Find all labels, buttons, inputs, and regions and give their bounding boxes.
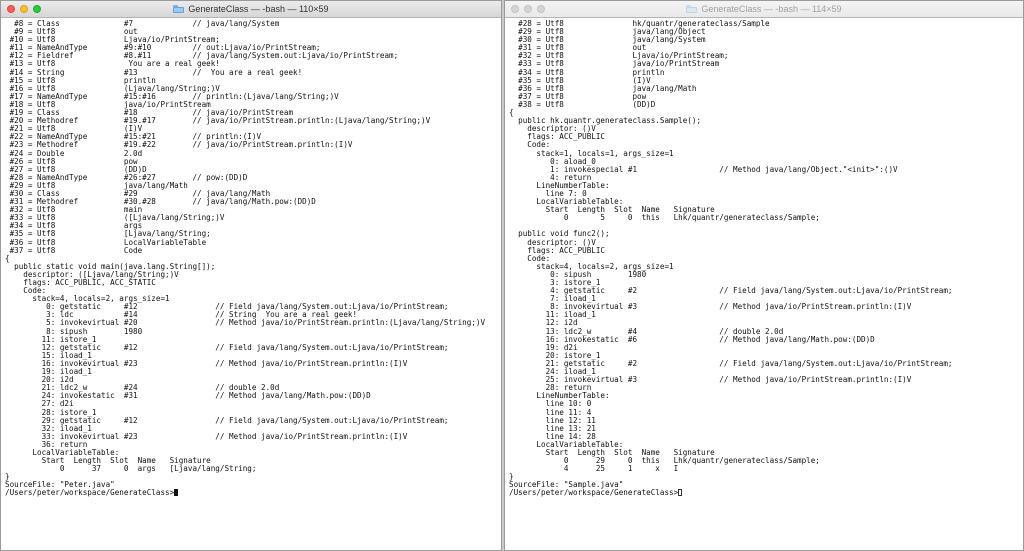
terminal-window-left[interactable]: GenerateClass — -bash — 110×59 #8 = Clas…: [0, 0, 502, 551]
terminal-cursor: [678, 489, 683, 497]
window-title-group: GenerateClass — -bash — 114×59: [505, 4, 1023, 14]
window-title: GenerateClass — -bash — 110×59: [188, 4, 329, 14]
window-title: GenerateClass — -bash — 114×59: [701, 4, 842, 14]
terminal-output[interactable]: #28 = Utf8 hk/quantr/generateclass/Sampl…: [505, 18, 1023, 498]
folder-icon: [686, 5, 698, 13]
terminal-output[interactable]: #8 = Class #7 // java/lang/System #9 = U…: [1, 18, 501, 498]
terminal-cursor: [174, 489, 179, 497]
folder-icon: [173, 5, 185, 13]
desktop: GenerateClass — -bash — 110×59 #8 = Clas…: [0, 0, 1024, 551]
window-titlebar[interactable]: GenerateClass — -bash — 114×59: [505, 1, 1023, 18]
terminal-window-right[interactable]: GenerateClass — -bash — 114×59 #28 = Utf…: [504, 0, 1024, 551]
terminal-text: #8 = Class #7 // java/lang/System #9 = U…: [5, 19, 486, 498]
window-title-group: GenerateClass — -bash — 110×59: [1, 4, 501, 14]
window-titlebar[interactable]: GenerateClass — -bash — 110×59: [1, 1, 501, 18]
terminal-text: #28 = Utf8 hk/quantr/generateclass/Sampl…: [509, 19, 953, 498]
